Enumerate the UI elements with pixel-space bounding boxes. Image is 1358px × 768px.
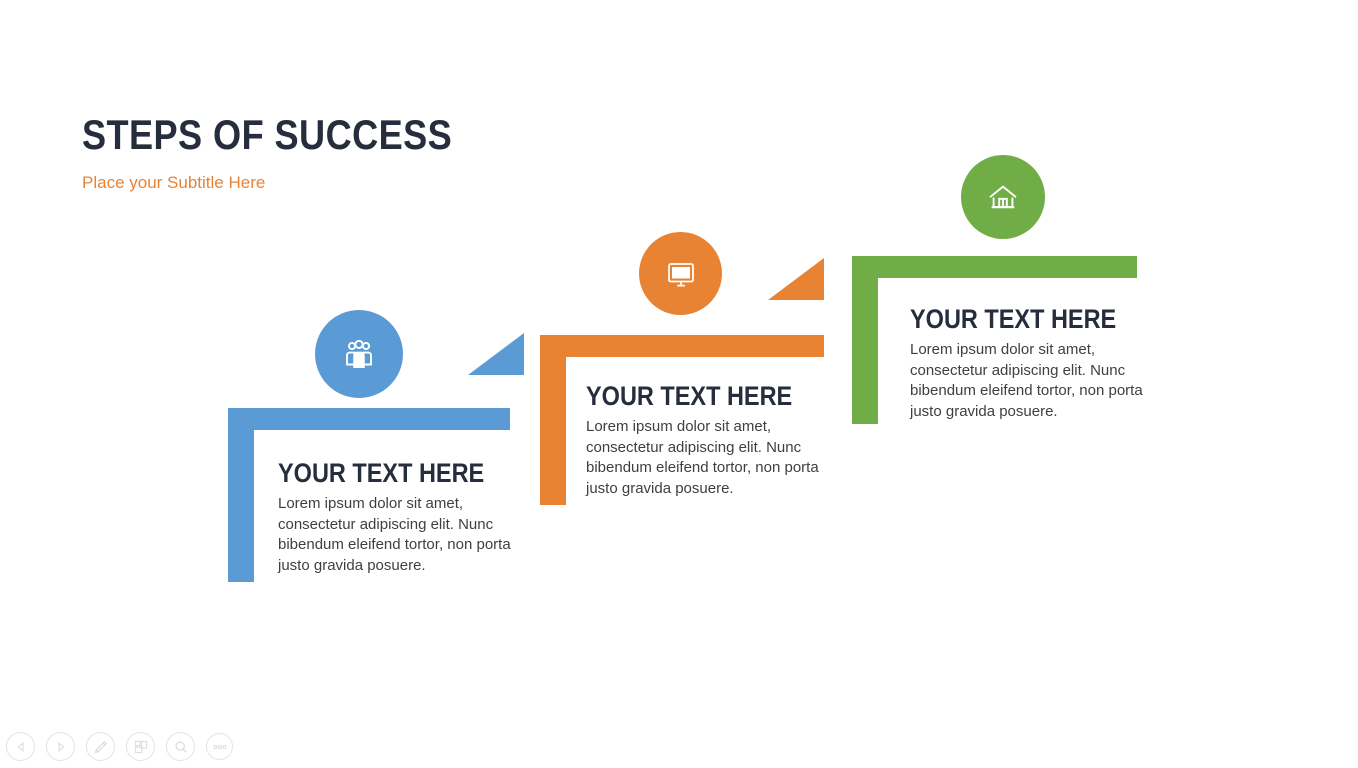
triangle-left-icon	[15, 741, 27, 753]
slide-grid-button[interactable]	[126, 732, 155, 761]
presentation-controls	[6, 732, 233, 761]
step-2-body: Lorem ipsum dolor sit amet, consectetur …	[586, 418, 819, 497]
home-house-icon	[984, 178, 1022, 216]
previous-slide-button[interactable]	[6, 732, 35, 761]
step-3-bracket-leg	[852, 256, 878, 424]
step-1-body: Lorem ipsum dolor sit amet, consectetur …	[278, 495, 511, 574]
step-2-bracket-leg	[540, 335, 566, 505]
next-slide-button[interactable]	[46, 732, 75, 761]
step-1-connector-triangle	[468, 333, 524, 375]
step-2-badge[interactable]	[639, 232, 722, 315]
step-2-connector-triangle	[768, 258, 824, 300]
step-3-text-block: YOUR TEXT HERE Lorem ipsum dolor sit ame…	[910, 304, 1145, 422]
slide-title: STEPS OF SUCCESS	[82, 111, 453, 158]
title-block: STEPS OF SUCCESS Place your Subtitle Her…	[82, 112, 512, 194]
step-3-heading: YOUR TEXT HERE	[910, 304, 1117, 334]
step-3-bracket-top	[852, 256, 1137, 278]
step-3-body: Lorem ipsum dolor sit amet, consectetur …	[910, 341, 1143, 420]
step-2-bracket-top	[540, 335, 824, 357]
step-1: YOUR TEXT HERE Lorem ipsum dolor sit ame…	[228, 408, 513, 582]
slide-subtitle: Place your Subtitle Here	[82, 173, 266, 192]
step-2: YOUR TEXT HERE Lorem ipsum dolor sit ame…	[540, 335, 824, 505]
zoom-button[interactable]	[166, 732, 195, 761]
pen-icon	[93, 739, 108, 754]
step-1-text-block: YOUR TEXT HERE Lorem ipsum dolor sit ame…	[278, 458, 513, 576]
step-3-badge[interactable]	[961, 155, 1045, 239]
ellipsis-icon	[212, 744, 228, 750]
step-2-heading: YOUR TEXT HERE	[586, 381, 793, 411]
step-2-text-block: YOUR TEXT HERE Lorem ipsum dolor sit ame…	[586, 381, 824, 499]
step-1-bracket-top	[228, 408, 510, 430]
pen-annotate-button[interactable]	[86, 732, 115, 761]
step-1-heading: YOUR TEXT HERE	[278, 458, 485, 488]
more-options-button[interactable]	[206, 733, 233, 760]
magnifier-icon	[174, 740, 188, 754]
desktop-monitor-icon	[662, 255, 700, 293]
presentation-slide: STEPS OF SUCCESS Place your Subtitle Her…	[0, 0, 1358, 768]
step-1-bracket-leg	[228, 408, 254, 582]
triangle-right-icon	[55, 741, 67, 753]
step-1-badge[interactable]	[315, 310, 403, 398]
step-3: YOUR TEXT HERE Lorem ipsum dolor sit ame…	[852, 256, 1143, 424]
grid-icon	[134, 740, 148, 754]
people-group-icon	[339, 334, 379, 374]
